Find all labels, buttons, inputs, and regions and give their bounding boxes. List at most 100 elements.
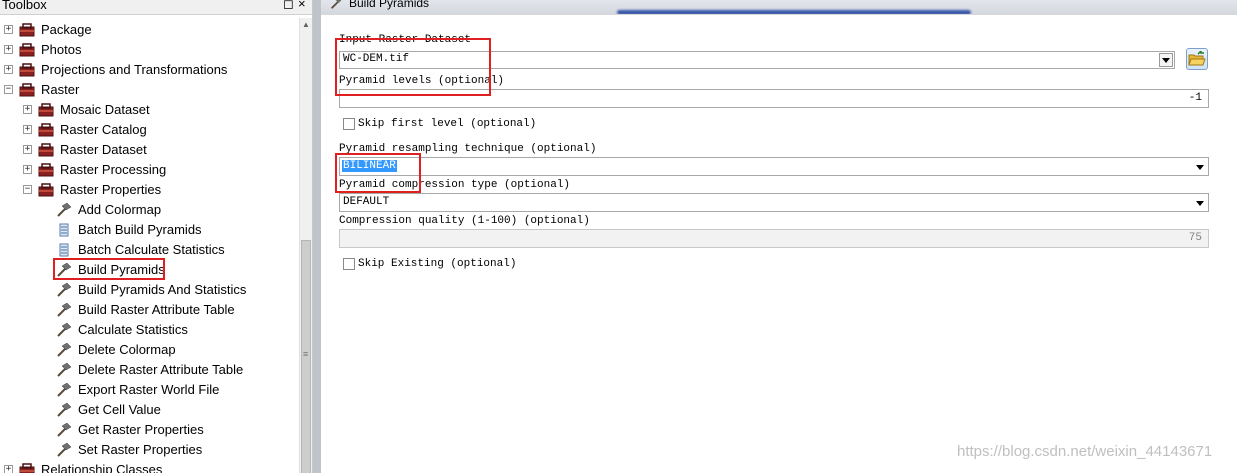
compression-quality-label: Compression quality (1-100) (optional) bbox=[339, 215, 590, 227]
scroll-thumb[interactable]: ≡ bbox=[301, 240, 311, 473]
tree-item-label: Delete Colormap bbox=[78, 342, 176, 357]
close-icon[interactable]: × bbox=[298, 0, 306, 11]
tree-item-label: Projections and Transformations bbox=[41, 62, 228, 77]
tree-item-label: Add Colormap bbox=[78, 202, 162, 217]
expand-icon[interactable]: + bbox=[4, 25, 13, 34]
expand-icon[interactable]: + bbox=[23, 105, 32, 114]
tree-item-raster-catalog[interactable]: + Raster Catalog bbox=[0, 120, 298, 140]
compression-type-value: DEFAULT bbox=[343, 196, 390, 208]
tree-item-label: Build Raster Attribute Table bbox=[78, 302, 235, 317]
tree-item-delete-colormap[interactable]: Delete Colormap bbox=[0, 340, 298, 360]
tree-item-mosaic-dataset[interactable]: + Mosaic Dataset bbox=[0, 100, 298, 120]
tree-item-label: Delete Raster Attribute Table bbox=[78, 362, 244, 377]
toolbox-icon bbox=[19, 23, 35, 37]
chevron-down-icon bbox=[1196, 201, 1204, 206]
pyramid-levels-label: Pyramid levels (optional) bbox=[339, 75, 505, 87]
hammer-icon bbox=[331, 0, 342, 9]
tree-item-label: Build Pyramids bbox=[78, 262, 165, 277]
skip-first-level-checkbox[interactable] bbox=[343, 118, 355, 130]
tree-item-add-colormap[interactable]: Add Colormap bbox=[0, 200, 298, 220]
hammer-icon bbox=[57, 302, 72, 317]
tree-item-get-raster-properties[interactable]: Get Raster Properties bbox=[0, 420, 298, 440]
tree-item-set-raster-properties[interactable]: Set Raster Properties bbox=[0, 440, 298, 460]
tree-item-label: Raster Processing bbox=[60, 162, 167, 177]
tree-item-label: Raster Catalog bbox=[60, 122, 147, 137]
expand-icon[interactable]: + bbox=[4, 465, 13, 473]
tree-item-label: Photos bbox=[41, 42, 82, 57]
collapse-icon[interactable]: − bbox=[23, 185, 32, 194]
tree-item-label: Get Raster Properties bbox=[78, 422, 204, 437]
hammer-icon bbox=[57, 342, 72, 357]
toolbox-title: Toolbox bbox=[2, 0, 47, 12]
skip-existing-label: Skip Existing (optional) bbox=[358, 258, 517, 270]
tree-item-label: Raster bbox=[41, 82, 80, 97]
tree-item-label: Build Pyramids And Statistics bbox=[78, 282, 247, 297]
expand-icon[interactable]: + bbox=[23, 165, 32, 174]
tree-item-get-cell-value[interactable]: Get Cell Value bbox=[0, 400, 298, 420]
toolbox-icon bbox=[38, 183, 54, 197]
tree-item-delete-raster-attribute-table[interactable]: Delete Raster Attribute Table bbox=[0, 360, 298, 380]
watermark: https://blog.csdn.net/weixin_44143671 bbox=[957, 443, 1213, 460]
hammer-icon bbox=[57, 262, 72, 277]
toolbox-icon bbox=[38, 163, 54, 177]
toolbox-header: Toolbox ◻ × bbox=[0, 0, 312, 15]
tree-item-label: Raster Dataset bbox=[60, 142, 147, 157]
toolbox-icon bbox=[19, 63, 35, 77]
tree-item-label: Batch Calculate Statistics bbox=[78, 242, 225, 257]
tree-item-raster-dataset[interactable]: + Raster Dataset bbox=[0, 140, 298, 160]
skip-existing-checkbox[interactable] bbox=[343, 258, 355, 270]
tree-item-build-raster-attribute-table[interactable]: Build Raster Attribute Table bbox=[0, 300, 298, 320]
open-folder-icon bbox=[1188, 51, 1206, 66]
expand-icon[interactable]: + bbox=[4, 45, 13, 54]
expand-icon[interactable]: + bbox=[23, 125, 32, 134]
tree-item-label: Package bbox=[41, 22, 92, 37]
tree-item-label: Calculate Statistics bbox=[78, 322, 188, 337]
tree-item-calculate-statistics[interactable]: Calculate Statistics bbox=[0, 320, 298, 340]
collapse-icon[interactable]: − bbox=[4, 85, 13, 94]
dialog-frame bbox=[313, 0, 321, 473]
pyramid-levels-value: -1 bbox=[1188, 92, 1202, 104]
dialog-title: Build Pyramids bbox=[349, 0, 430, 10]
hammer-icon bbox=[57, 362, 72, 377]
hammer-icon bbox=[57, 282, 72, 297]
expand-icon[interactable]: + bbox=[4, 65, 13, 74]
hammer-icon bbox=[57, 322, 72, 337]
hammer-icon bbox=[57, 382, 72, 397]
dialog-body: Input Raster Dataset WC-DEM.tif Pyramid … bbox=[321, 14, 1237, 474]
tree-item-raster[interactable]: − Raster bbox=[0, 80, 298, 100]
expand-icon[interactable]: + bbox=[23, 145, 32, 154]
compression-quality-value: 75 bbox=[1188, 232, 1202, 244]
tree-item-photos[interactable]: + Photos bbox=[0, 40, 298, 60]
tree-item-batch-build-pyramids[interactable]: Batch Build Pyramids bbox=[0, 220, 298, 240]
compression-quality-input[interactable]: 75 bbox=[339, 229, 1209, 248]
tree-item-projections-and-transformations[interactable]: + Projections and Transformations bbox=[0, 60, 298, 80]
tree-item-batch-calculate-statistics[interactable]: Batch Calculate Statistics bbox=[0, 240, 298, 260]
compression-type-select[interactable]: DEFAULT bbox=[339, 193, 1209, 212]
chevron-down-icon bbox=[1196, 165, 1204, 170]
tree-item-relationship-classes[interactable]: + Relationship Classes bbox=[0, 460, 298, 473]
input-raster-label: Input Raster Dataset bbox=[339, 34, 472, 46]
chevron-down-icon bbox=[1162, 58, 1170, 63]
resampling-value: BILINEAR bbox=[342, 160, 397, 172]
toolbox-icon bbox=[38, 103, 54, 117]
dropdown-button[interactable] bbox=[1159, 53, 1173, 67]
vertical-scrollbar[interactable]: ▲ ≡ bbox=[299, 18, 312, 473]
browse-folder-button[interactable] bbox=[1186, 48, 1208, 70]
pyramid-levels-input[interactable]: -1 bbox=[339, 89, 1209, 108]
pin-icon[interactable]: ◻ bbox=[283, 0, 294, 12]
hammer-icon bbox=[57, 402, 72, 417]
resampling-select[interactable]: BILINEAR bbox=[339, 157, 1209, 176]
tree-item-raster-processing[interactable]: + Raster Processing bbox=[0, 160, 298, 180]
tree-item-build-pyramids[interactable]: Build Pyramids bbox=[0, 260, 298, 280]
tree-item-package[interactable]: + Package bbox=[0, 20, 298, 40]
tree-item-export-raster-world-file[interactable]: Export Raster World File bbox=[0, 380, 298, 400]
script-icon bbox=[59, 223, 69, 237]
tree-item-raster-properties[interactable]: − Raster Properties bbox=[0, 180, 298, 200]
toolbox-icon bbox=[19, 463, 35, 473]
input-raster-combobox[interactable]: WC-DEM.tif bbox=[339, 51, 1175, 69]
tree-item-build-pyramids-and-statistics[interactable]: Build Pyramids And Statistics bbox=[0, 280, 298, 300]
resampling-label: Pyramid resampling technique (optional) bbox=[339, 143, 597, 155]
scroll-up-arrow-icon[interactable]: ▲ bbox=[300, 18, 312, 32]
build-pyramids-dialog: Build Pyramids Input Raster Dataset WC-D… bbox=[313, 0, 1237, 474]
input-raster-value: WC-DEM.tif bbox=[343, 53, 410, 65]
